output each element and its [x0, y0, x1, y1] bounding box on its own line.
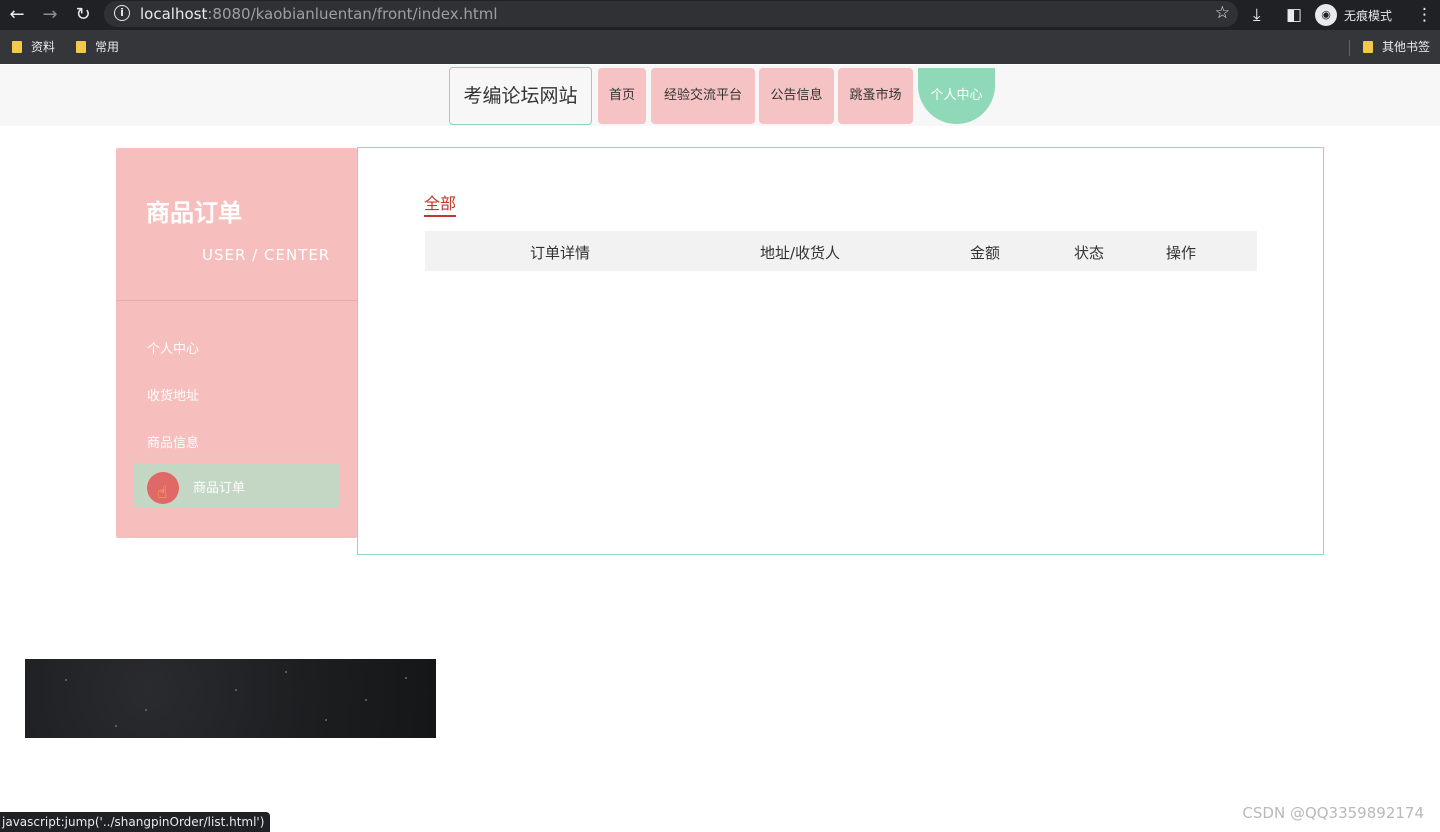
table-header: 订单详情 地址/收货人 金额 状态 操作: [425, 231, 1257, 271]
sidebar-title: 商品订单: [146, 199, 242, 227]
download-icon[interactable]: ⤓: [1253, 3, 1261, 27]
incognito-icon: ◉: [1315, 4, 1337, 26]
folder-icon: [76, 41, 86, 53]
user-sidebar: 商品订单 USER / CENTER 个人中心 收货地址 商品信息 ☝ 商品订单: [116, 148, 357, 538]
url-text: localhost:8080/kaobianluentan/front/inde…: [140, 5, 498, 23]
address-bar[interactable]: i localhost:8080/kaobianluentan/front/in…: [104, 1, 1238, 27]
menu-kebab-icon[interactable]: ⋮: [1416, 3, 1433, 27]
sidebar-item-personal-center[interactable]: 个人中心: [147, 338, 199, 357]
browser-toolbar: ← → ↻ i localhost:8080/kaobianluentan/fr…: [0, 0, 1440, 30]
column-actions: 操作: [1166, 244, 1197, 262]
tab-all[interactable]: 全部: [424, 190, 457, 217]
bookmark-folder-1[interactable]: 资料: [12, 38, 55, 56]
forward-icon[interactable]: →: [38, 3, 62, 27]
column-order-details: 订单详情: [530, 244, 591, 262]
pointer-hand-icon: ☝: [157, 483, 168, 503]
column-amount: 金额: [970, 244, 1001, 262]
incognito-label: 无痕模式: [1344, 9, 1393, 23]
orders-panel: 全部 订单详情 地址/收货人 金额 状态 操作: [357, 147, 1324, 555]
sidebar-item-product-info[interactable]: 商品信息: [147, 432, 199, 451]
bookmarks-divider: [1349, 40, 1350, 56]
sidebar-item-label: 商品订单: [193, 481, 246, 496]
info-icon[interactable]: i: [114, 5, 130, 21]
reload-icon[interactable]: ↻: [71, 3, 95, 27]
nav-experience-exchange[interactable]: 经验交流平台: [651, 68, 755, 124]
bookmark-folder-2[interactable]: 常用: [76, 38, 119, 56]
nav-home[interactable]: 首页: [598, 68, 646, 124]
sidebar-divider: [116, 300, 357, 301]
sidebar-item-shipping-address[interactable]: 收货地址: [147, 385, 199, 404]
sidebar-subtitle: USER / CENTER: [202, 246, 331, 264]
link-status-bar: javascript:jump('../shangpinOrder/list.h…: [0, 812, 271, 832]
other-bookmarks[interactable]: 其他书签: [1363, 38, 1430, 56]
folder-icon: [1363, 41, 1373, 53]
back-icon[interactable]: ←: [5, 3, 29, 27]
side-panel-icon[interactable]: ◧: [1286, 3, 1302, 27]
folder-icon: [12, 41, 22, 53]
column-status: 状态: [1074, 244, 1105, 262]
nav-flea-market[interactable]: 跳蚤市场: [838, 68, 913, 124]
sidebar-item-product-orders[interactable]: ☝ 商品订单: [133, 463, 340, 507]
dark-banner-image: [25, 659, 436, 738]
bookmark-star-icon[interactable]: ☆: [1215, 3, 1230, 23]
site-logo[interactable]: 考编论坛网站: [449, 67, 592, 125]
nav-announcements[interactable]: 公告信息: [759, 68, 834, 124]
bookmarks-bar: 资料 常用 其他书签: [0, 30, 1440, 64]
column-address-recipient: 地址/收货人: [760, 244, 841, 262]
incognito-indicator[interactable]: ◉ 无痕模式: [1313, 3, 1421, 27]
watermark: CSDN @QQ3359892174: [1242, 804, 1424, 822]
